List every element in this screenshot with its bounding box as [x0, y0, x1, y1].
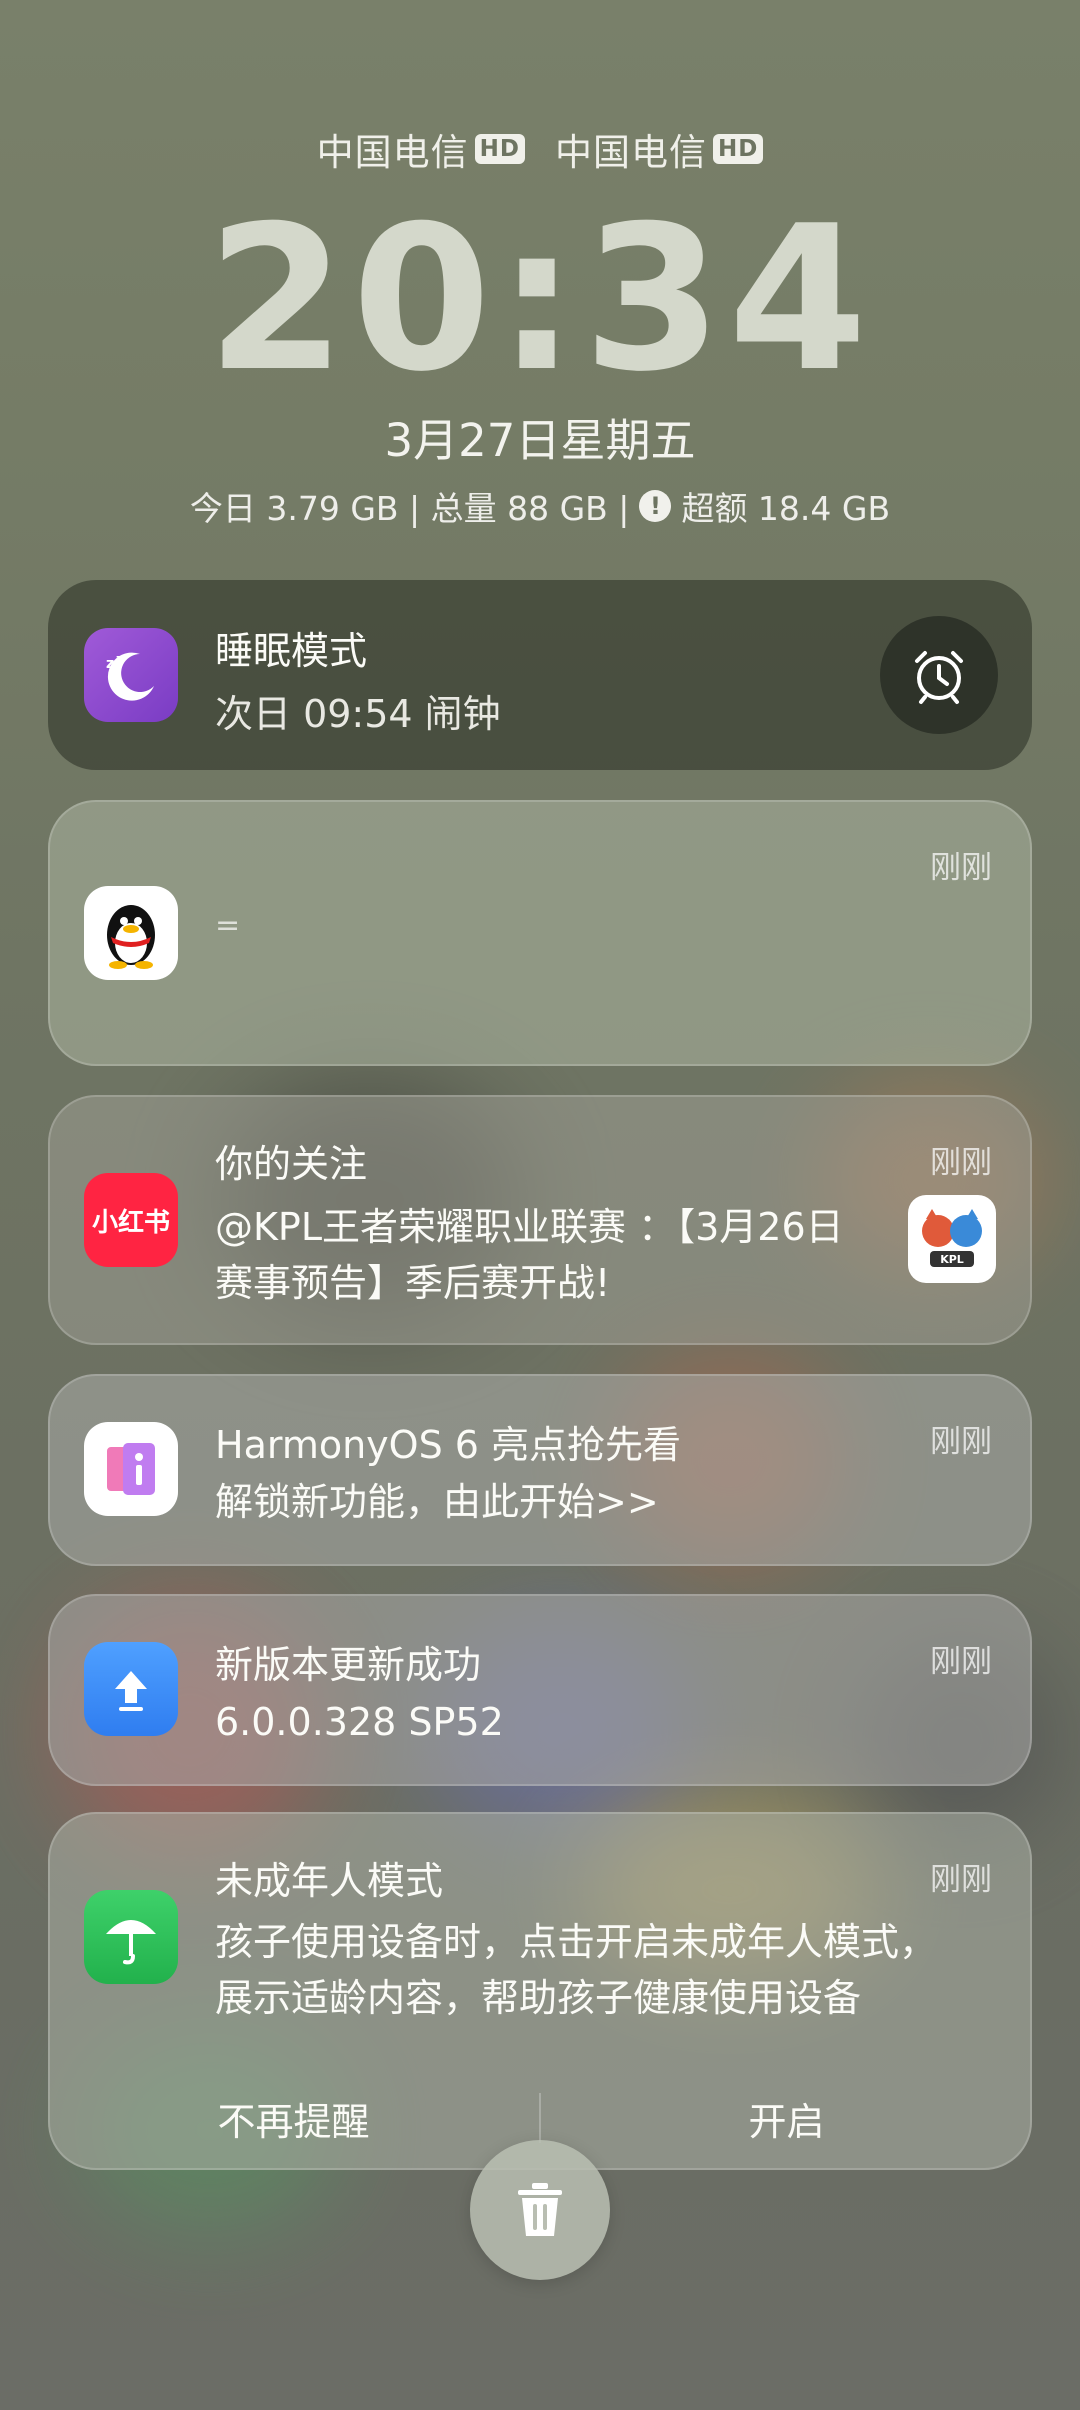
carrier-1: 中国电信 HD	[317, 122, 525, 176]
harmonyos-title: HarmonyOS 6 亮点抢先看	[215, 1423, 682, 1467]
minor-mode-body: 孩子使用设备时，点击开启未成年人模式，展示适龄内容，帮助孩子健康使用设备	[215, 1920, 938, 2020]
xiaohongshu-icon-text: 小红书	[91, 1207, 170, 1238]
kpl-thumbnail-text: KPL	[940, 1253, 964, 1266]
harmonyos-time: 刚刚	[930, 1424, 992, 1460]
minor-mode-icon	[84, 1890, 178, 1984]
warning-icon: !	[639, 490, 672, 522]
harmonyos-notification[interactable]: HarmonyOS 6 亮点抢先看 刚刚 解锁新功能，由此开始>>	[48, 1374, 1032, 1566]
minor-mode-time: 刚刚	[930, 1862, 992, 1898]
lockscreen-date: 3月27日星期五	[384, 414, 696, 467]
sleep-mode-card[interactable]: z z 睡眠模式 次日 09:54 闹钟	[48, 580, 1032, 770]
qq-icon	[84, 886, 178, 980]
sleep-mode-icon: z z	[84, 628, 178, 722]
trash-icon	[518, 2183, 562, 2236]
xiaohongshu-notification[interactable]: 小红书 你的关注 刚刚 @KPL王者荣耀职业联赛 ：【3月26日赛事预告】季后赛…	[48, 1095, 1032, 1345]
xiaohongshu-body: @KPL王者荣耀职业联赛 ：【3月26日赛事预告】季后赛开战!	[215, 1205, 844, 1305]
tips-app-icon	[84, 1422, 178, 1516]
kpl-thumbnail: KPL	[908, 1195, 996, 1283]
xiaohongshu-title: 你的关注	[215, 1142, 368, 1186]
system-update-icon	[84, 1642, 178, 1736]
qq-notification[interactable]: 刚刚 =	[48, 800, 1032, 1066]
minor-mode-notification[interactable]: 未成年人模式 刚刚 孩子使用设备时，点击开启未成年人模式，展示适龄内容，帮助孩子…	[48, 1812, 1032, 2170]
data-usage-text: 今日 3.79 GB | 总量 88 GB |	[189, 489, 630, 528]
data-usage: 今日 3.79 GB | 总量 88 GB | ! 超额 18.4 GB	[0, 482, 1080, 530]
update-body: 6.0.0.328 SP52	[215, 1700, 504, 1744]
harmonyos-body: 解锁新功能，由此开始>>	[215, 1480, 659, 1524]
svg-text:z: z	[116, 652, 122, 665]
hd-badge: HD	[713, 134, 764, 164]
sleep-mode-subtitle: 次日 09:54 闹钟	[215, 692, 501, 736]
enable-minor-mode-button[interactable]: 开启	[541, 2066, 1032, 2170]
qq-body: =	[215, 908, 241, 943]
qq-time: 刚刚	[930, 850, 992, 886]
data-overage-text: 超额 18.4 GB	[681, 489, 891, 528]
update-time: 刚刚	[930, 1644, 992, 1680]
carrier-bar: 中国电信 HD 中国电信 HD	[0, 122, 1080, 176]
carrier-2: 中国电信 HD	[555, 122, 764, 176]
lockscreen-clock: 20:34	[206, 183, 874, 416]
alarm-button[interactable]	[880, 616, 998, 734]
xiaohongshu-time: 刚刚	[930, 1145, 992, 1181]
clear-notifications-button[interactable]	[470, 2140, 610, 2280]
minor-mode-title: 未成年人模式	[215, 1859, 444, 1903]
carrier-2-name: 中国电信	[555, 131, 707, 174]
update-title: 新版本更新成功	[215, 1643, 482, 1687]
sleep-mode-title: 睡眠模式	[215, 629, 368, 673]
carrier-1-name: 中国电信	[316, 131, 469, 174]
xiaohongshu-icon: 小红书	[84, 1173, 178, 1267]
hd-badge: HD	[474, 134, 525, 164]
alarm-clock-icon	[915, 651, 963, 704]
svg-text:z: z	[106, 656, 114, 672]
update-notification[interactable]: 新版本更新成功 刚刚 6.0.0.328 SP52	[48, 1594, 1032, 1786]
dismiss-reminder-button[interactable]: 不再提醒	[48, 2066, 539, 2170]
